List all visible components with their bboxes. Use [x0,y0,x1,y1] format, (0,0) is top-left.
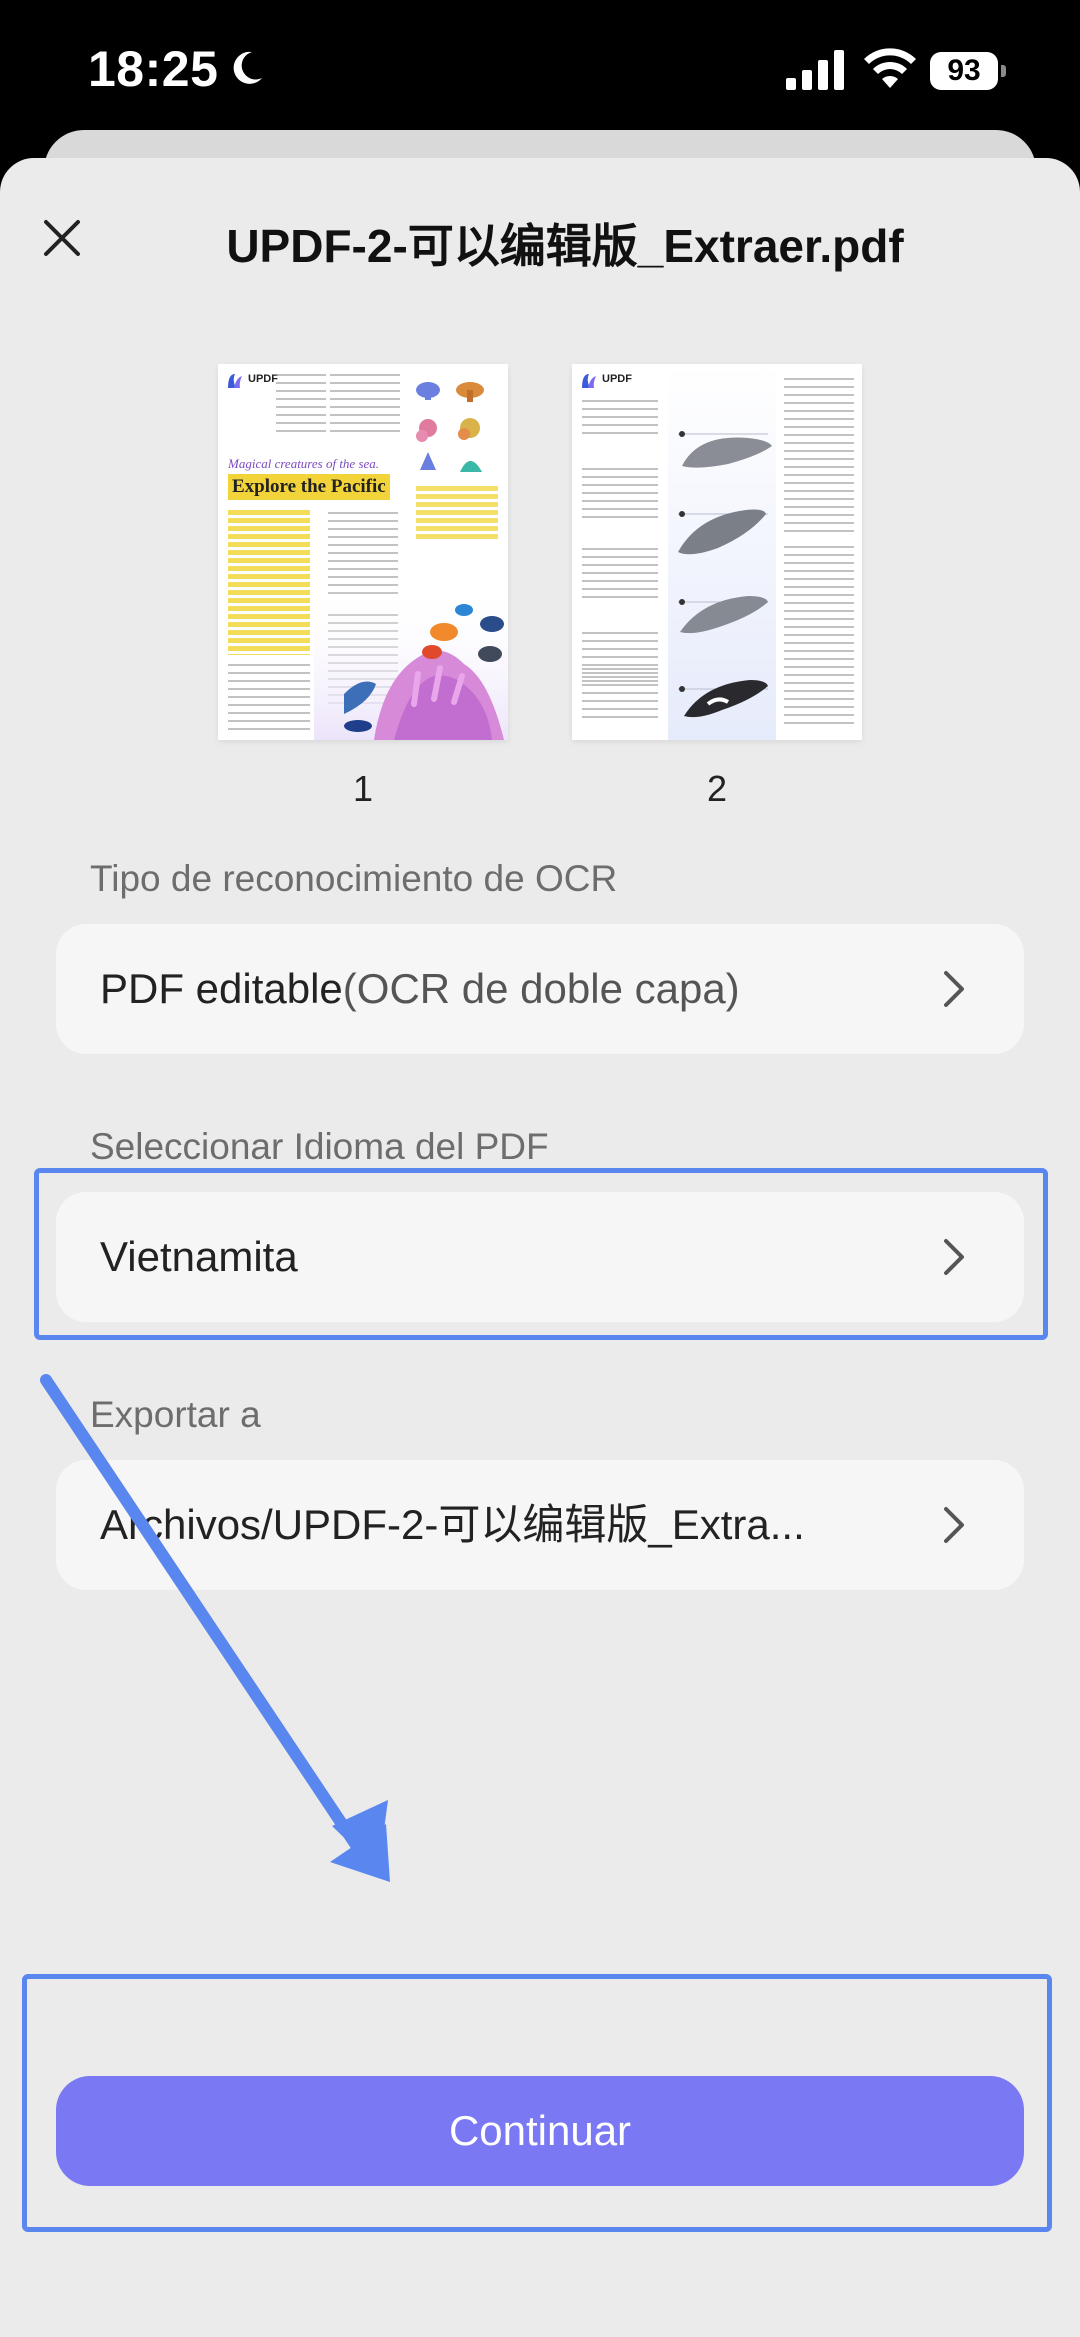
whale-illustrations [678,431,772,718]
battery-indicator: 93 [930,52,1006,90]
ocr-type-label: Tipo de reconocimiento de OCR [90,858,618,899]
updf-logo: UPDF [578,370,640,392]
language-highlight-box [34,1168,1048,1340]
ocr-type-value-detail: (OCR de doble capa) [342,965,740,1012]
page-number-1: 1 [352,768,374,809]
page-number-2: 2 [706,768,728,809]
text-block [330,374,400,434]
moon-icon [233,51,262,84]
updf-logo-text: UPDF [248,373,278,385]
updf-logo-icon [228,374,242,388]
ocr-type-selector[interactable]: PDF editable(OCR de doble capa) [56,924,1024,1054]
export-label: Exportar a [90,1394,261,1435]
text-block [582,548,658,604]
language-label: Seleccionar Idioma del PDF [90,1126,549,1167]
page-thumbnail-1[interactable]: UPDF Magical creatures of the sea. Explo… [218,364,508,740]
status-bar: 18:25 93 [0,0,1080,145]
export-destination-selector[interactable]: Archivos/UPDF-2-可以编辑版_Extra... [56,1460,1024,1590]
coral-illustration [314,584,508,740]
highlighted-text [416,486,498,542]
thumbnail-subtitle: Magical creatures of the sea. [228,456,380,471]
text-block [228,664,310,730]
chevron-right-icon [944,971,964,1007]
close-icon[interactable] [40,216,84,260]
thumbnail-headline: Explore the Pacific [228,474,390,500]
status-time: 18:25 [88,41,219,97]
continue-highlight-box [22,1974,1052,2232]
wifi-icon [864,48,916,88]
text-block [582,400,658,440]
highlighted-text [228,510,310,655]
updf-logo-icon [582,374,596,388]
chevron-right-icon [944,1507,964,1543]
page-thumbnail-2[interactable]: UPDF [572,364,862,740]
ocr-type-value-main: PDF editable [100,965,343,1012]
export-destination-value: Archivos/UPDF-2-可以编辑版_Extra... [100,1501,805,1548]
battery-cap [1001,65,1006,77]
text-block [784,378,854,538]
coral-icons [416,382,484,472]
text-block [582,668,658,718]
battery-level: 93 [930,52,998,90]
updf-logo-text: UPDF [602,373,632,385]
cellular-signal-icon [786,50,844,90]
text-block [784,546,854,726]
text-block [582,468,658,524]
ocr-type-value: PDF editable(OCR de doble capa) [100,924,740,1054]
text-block [276,374,326,434]
document-title: UPDF-2-可以编辑版_Extraer.pdf [226,220,904,272]
